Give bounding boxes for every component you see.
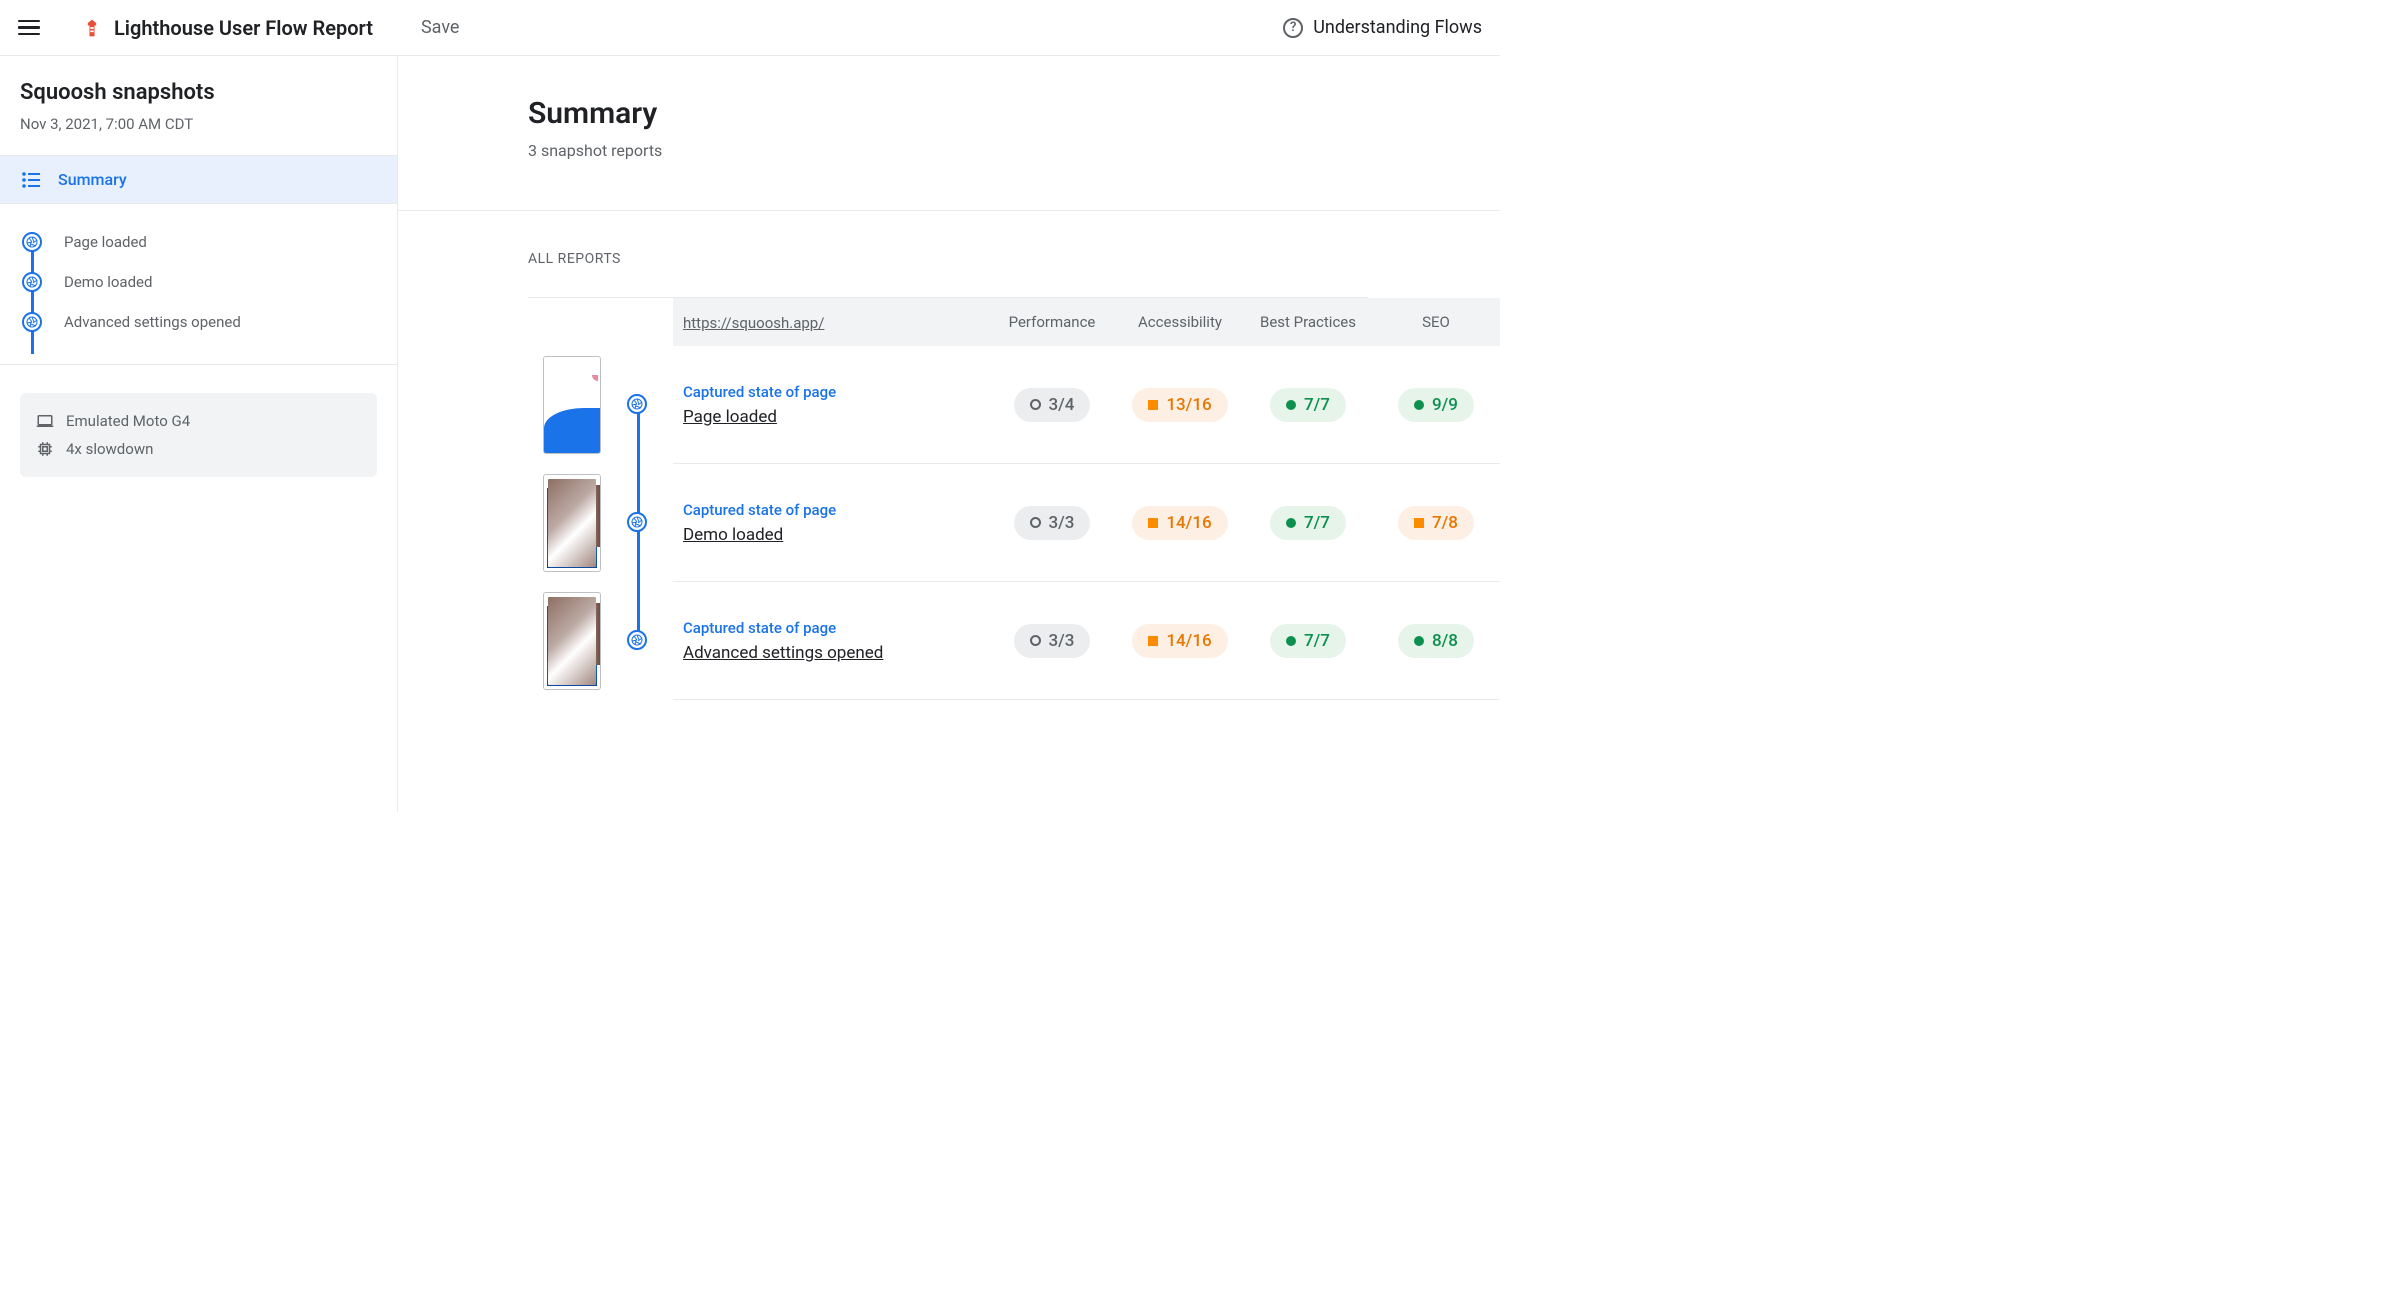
score-cell: 14/16 [1116,624,1244,658]
page-title: Summary [528,96,1500,131]
menu-icon[interactable] [18,16,42,40]
step-label: Page loaded [64,233,147,251]
device-icon [36,414,54,428]
score-pill: 7/7 [1270,388,1346,422]
aperture-icon [22,232,42,252]
sidebar-item-summary[interactable]: Summary [0,156,397,203]
score-pill: 3/3 [1014,506,1091,540]
row-caption: Captured state of page [683,501,988,519]
step-connector-line [31,244,34,354]
score-cell: 7/8 [1372,506,1500,540]
score-cell: 8/8 [1372,624,1500,658]
col-seo: SEO [1372,313,1500,331]
topbar: Lighthouse User Flow Report Save ? Under… [0,0,1500,56]
score-pill: 3/4 [1014,388,1091,422]
understanding-flows-link[interactable]: ? Understanding Flows [1283,17,1482,38]
app-title: Lighthouse User Flow Report [114,16,373,40]
score-pill: 9/9 [1398,388,1474,422]
score-pill: 3/3 [1014,624,1091,658]
row-caption: Captured state of page [683,619,988,637]
score-pill: 7/7 [1270,506,1346,540]
flow-title: Squoosh snapshots [20,80,377,105]
score-pill: 14/16 [1132,506,1227,540]
aperture-icon [22,272,42,292]
save-button[interactable]: Save [421,17,460,38]
score-pill: 7/7 [1270,624,1346,658]
aperture-icon [22,312,42,332]
score-cell: 9/9 [1372,388,1500,422]
screenshot-thumbnail[interactable] [543,474,601,572]
score-pill: 13/16 [1132,388,1227,422]
tested-url-link[interactable]: https://squoosh.app/ [683,314,824,332]
sidebar-step[interactable]: Advanced settings opened [22,302,375,342]
score-cell: 7/7 [1244,624,1372,658]
score-pill: 14/16 [1132,624,1227,658]
row-name-link[interactable]: Demo loaded [683,525,988,545]
score-cell: 14/16 [1116,506,1244,540]
row-name-link[interactable]: Advanced settings opened [683,643,988,663]
table-row: Captured state of page Demo loaded 3/3 14/1… [673,464,1500,582]
flow-date: Nov 3, 2021, 7:00 AM CDT [20,115,377,133]
screenshot-thumbnail[interactable] [543,592,601,690]
help-icon: ? [1283,18,1303,38]
lighthouse-logo-icon [82,18,102,38]
row-name-link[interactable]: Page loaded [683,407,988,427]
score-pill: 8/8 [1398,624,1474,658]
table-row: Captured state of page Page loaded 3/4 13/1… [673,346,1500,464]
score-cell: 13/16 [1116,388,1244,422]
score-cell: 3/3 [988,506,1116,540]
aperture-icon [627,630,647,650]
screenshot-thumbnail[interactable] [543,356,601,454]
main-content: Summary 3 snapshot reports ALL REPORTS h… [398,56,1500,812]
sidebar-step[interactable]: Demo loaded [22,262,375,302]
sidebar-step[interactable]: Page loaded [22,222,375,262]
device-label: Emulated Moto G4 [66,412,190,430]
all-reports-heading: ALL REPORTS [528,251,1500,267]
cpu-icon [36,440,54,458]
aperture-icon [627,512,647,532]
col-best-practices: Best Practices [1244,313,1372,331]
row-caption: Captured state of page [683,383,988,401]
throttle-label: 4x slowdown [66,440,153,458]
sidebar: Squoosh snapshots Nov 3, 2021, 7:00 AM C… [0,56,398,812]
table-header: https://squoosh.app/ Performance Accessi… [673,298,1500,346]
help-label: Understanding Flows [1313,17,1482,38]
step-label: Advanced settings opened [64,313,241,331]
score-cell: 3/3 [988,624,1116,658]
page-subtitle: 3 snapshot reports [528,141,1500,160]
aperture-icon [627,394,647,414]
score-cell: 7/7 [1244,388,1372,422]
list-icon [22,172,40,188]
col-accessibility: Accessibility [1116,313,1244,331]
score-cell: 3/4 [988,388,1116,422]
summary-label: Summary [58,170,127,189]
score-pill: 7/8 [1398,506,1474,540]
table-row: Captured state of page Advanced settings … [673,582,1500,700]
sidebar-meta: Emulated Moto G4 4x slowdown [20,393,377,477]
score-cell: 7/7 [1244,506,1372,540]
reports-table: https://squoosh.app/ Performance Accessi… [673,298,1500,700]
step-label: Demo loaded [64,273,152,291]
col-performance: Performance [988,313,1116,331]
